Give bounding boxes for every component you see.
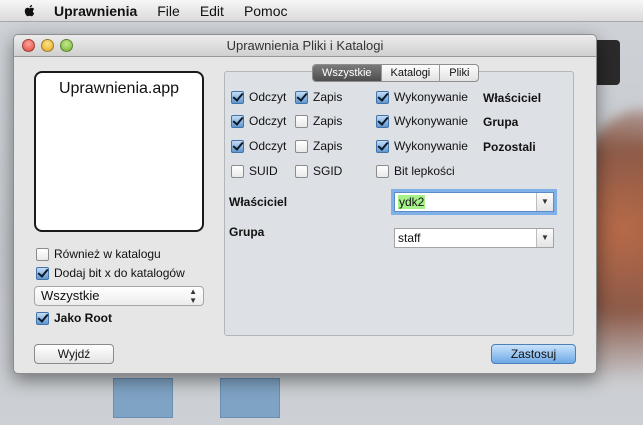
checkbox-box[interactable]	[295, 139, 308, 153]
close-window-button[interactable]	[22, 39, 35, 52]
menu-help[interactable]: Pomoc	[244, 3, 288, 19]
others-exec-checkbox[interactable]: Wykonywanie	[376, 139, 468, 153]
updown-arrows-icon: ▲ ▼	[189, 287, 197, 305]
owner-write-checkbox[interactable]: Zapis	[295, 90, 342, 104]
checkbox-box[interactable]	[231, 164, 244, 178]
sgid-checkbox[interactable]: SGID	[295, 164, 342, 178]
minimize-window-button[interactable]	[41, 39, 54, 52]
scope-select[interactable]: Wszystkie ▲ ▼	[34, 286, 204, 306]
checkbox-label: Jako Root	[54, 311, 113, 325]
zoom-window-button[interactable]	[60, 39, 73, 52]
checkbox-box[interactable]	[36, 266, 49, 280]
owner-label: Właściciel	[229, 195, 288, 209]
checkbox-label: Zapis	[313, 114, 343, 128]
checkbox-box[interactable]	[36, 311, 49, 325]
checkbox-label: Dodaj bit x do katalogów	[54, 266, 185, 280]
owner-read-checkbox[interactable]: Odczyt	[231, 90, 286, 104]
owner-exec-checkbox[interactable]: Wykonywanie	[376, 90, 468, 104]
checkbox-box[interactable]	[231, 114, 244, 128]
owner-value: ydk2	[398, 195, 426, 209]
dropdown-arrow-icon[interactable]: ▼	[536, 193, 553, 211]
checkbox-box[interactable]	[295, 90, 308, 104]
selected-app-name: Uprawnienia.app	[58, 80, 180, 97]
group-value: staff	[398, 231, 421, 245]
menu-bar: Uprawnienia File Edit Pomoc	[0, 0, 643, 22]
checkbox-label: Zapis	[313, 139, 343, 153]
row-label-others: Pozostali	[483, 140, 536, 154]
checkbox-box[interactable]	[295, 114, 308, 128]
checkbox-box[interactable]	[376, 90, 389, 104]
group-read-checkbox[interactable]: Odczyt	[231, 114, 286, 128]
checkbox-box[interactable]	[376, 164, 389, 178]
quit-button[interactable]: Wyjdź	[34, 344, 114, 364]
row-label-group: Grupa	[483, 115, 519, 129]
checkbox-label: SUID	[249, 164, 278, 178]
scope-select-value: Wszystkie	[41, 288, 100, 303]
menu-edit[interactable]: Edit	[200, 3, 224, 19]
group-exec-checkbox[interactable]: Wykonywanie	[376, 114, 468, 128]
checkbox-label: Wykonywanie	[394, 139, 468, 153]
checkbox-label: Zapis	[313, 90, 343, 104]
also-in-directory-checkbox[interactable]: Również w katalogu	[36, 247, 161, 261]
checkbox-label: Bit lepkości	[394, 164, 455, 178]
tab-directories[interactable]: Katalogi	[380, 65, 440, 81]
desktop-folder-icon[interactable]	[113, 378, 173, 418]
suid-checkbox[interactable]: SUID	[231, 164, 278, 178]
dropdown-arrow-icon[interactable]: ▼	[536, 229, 553, 247]
apple-logo-icon[interactable]	[20, 3, 40, 19]
checkbox-label: Również w katalogu	[54, 247, 161, 261]
group-label: Grupa	[229, 225, 265, 239]
main-window: Uprawnienia Pliki i Katalogi Uprawnienia…	[13, 34, 597, 374]
checkbox-box[interactable]	[36, 247, 49, 261]
as-root-checkbox[interactable]: Jako Root	[36, 311, 112, 325]
checkbox-label: Wykonywanie	[394, 90, 468, 104]
tab-all[interactable]: Wszystkie	[313, 65, 381, 81]
window-title: Uprawnienia Pliki i Katalogi	[226, 38, 384, 53]
group-write-checkbox[interactable]: Zapis	[295, 114, 342, 128]
checkbox-label: Odczyt	[249, 114, 287, 128]
others-read-checkbox[interactable]: Odczyt	[231, 139, 286, 153]
checkbox-box[interactable]	[231, 90, 244, 104]
others-write-checkbox[interactable]: Zapis	[295, 139, 342, 153]
apply-button[interactable]: Zastosuj	[491, 344, 576, 364]
menu-file[interactable]: File	[157, 3, 180, 19]
group-combobox[interactable]: staff ▼	[394, 228, 554, 248]
tab-bar: Wszystkie Katalogi Pliki	[312, 64, 480, 82]
checkbox-label: Odczyt	[249, 139, 287, 153]
add-x-bit-checkbox[interactable]: Dodaj bit x do katalogów	[36, 266, 185, 280]
checkbox-box[interactable]	[295, 164, 308, 178]
checkbox-label: Wykonywanie	[394, 114, 468, 128]
checkbox-box[interactable]	[231, 139, 244, 153]
checkbox-label: Odczyt	[249, 90, 287, 104]
checkbox-label: SGID	[313, 164, 343, 178]
app-drop-target[interactable]: Uprawnienia.app	[34, 71, 204, 232]
checkbox-box[interactable]	[376, 114, 389, 128]
menu-app-name[interactable]: Uprawnienia	[54, 3, 137, 19]
tab-files[interactable]: Pliki	[439, 65, 478, 81]
desktop-folder-icon[interactable]	[220, 378, 280, 418]
checkbox-box[interactable]	[376, 139, 389, 153]
row-label-owner: Właściciel	[483, 91, 542, 105]
window-titlebar[interactable]: Uprawnienia Pliki i Katalogi	[14, 35, 596, 57]
owner-combobox[interactable]: ydk2 ▼	[394, 192, 554, 212]
sticky-bit-checkbox[interactable]: Bit lepkości	[376, 164, 455, 178]
